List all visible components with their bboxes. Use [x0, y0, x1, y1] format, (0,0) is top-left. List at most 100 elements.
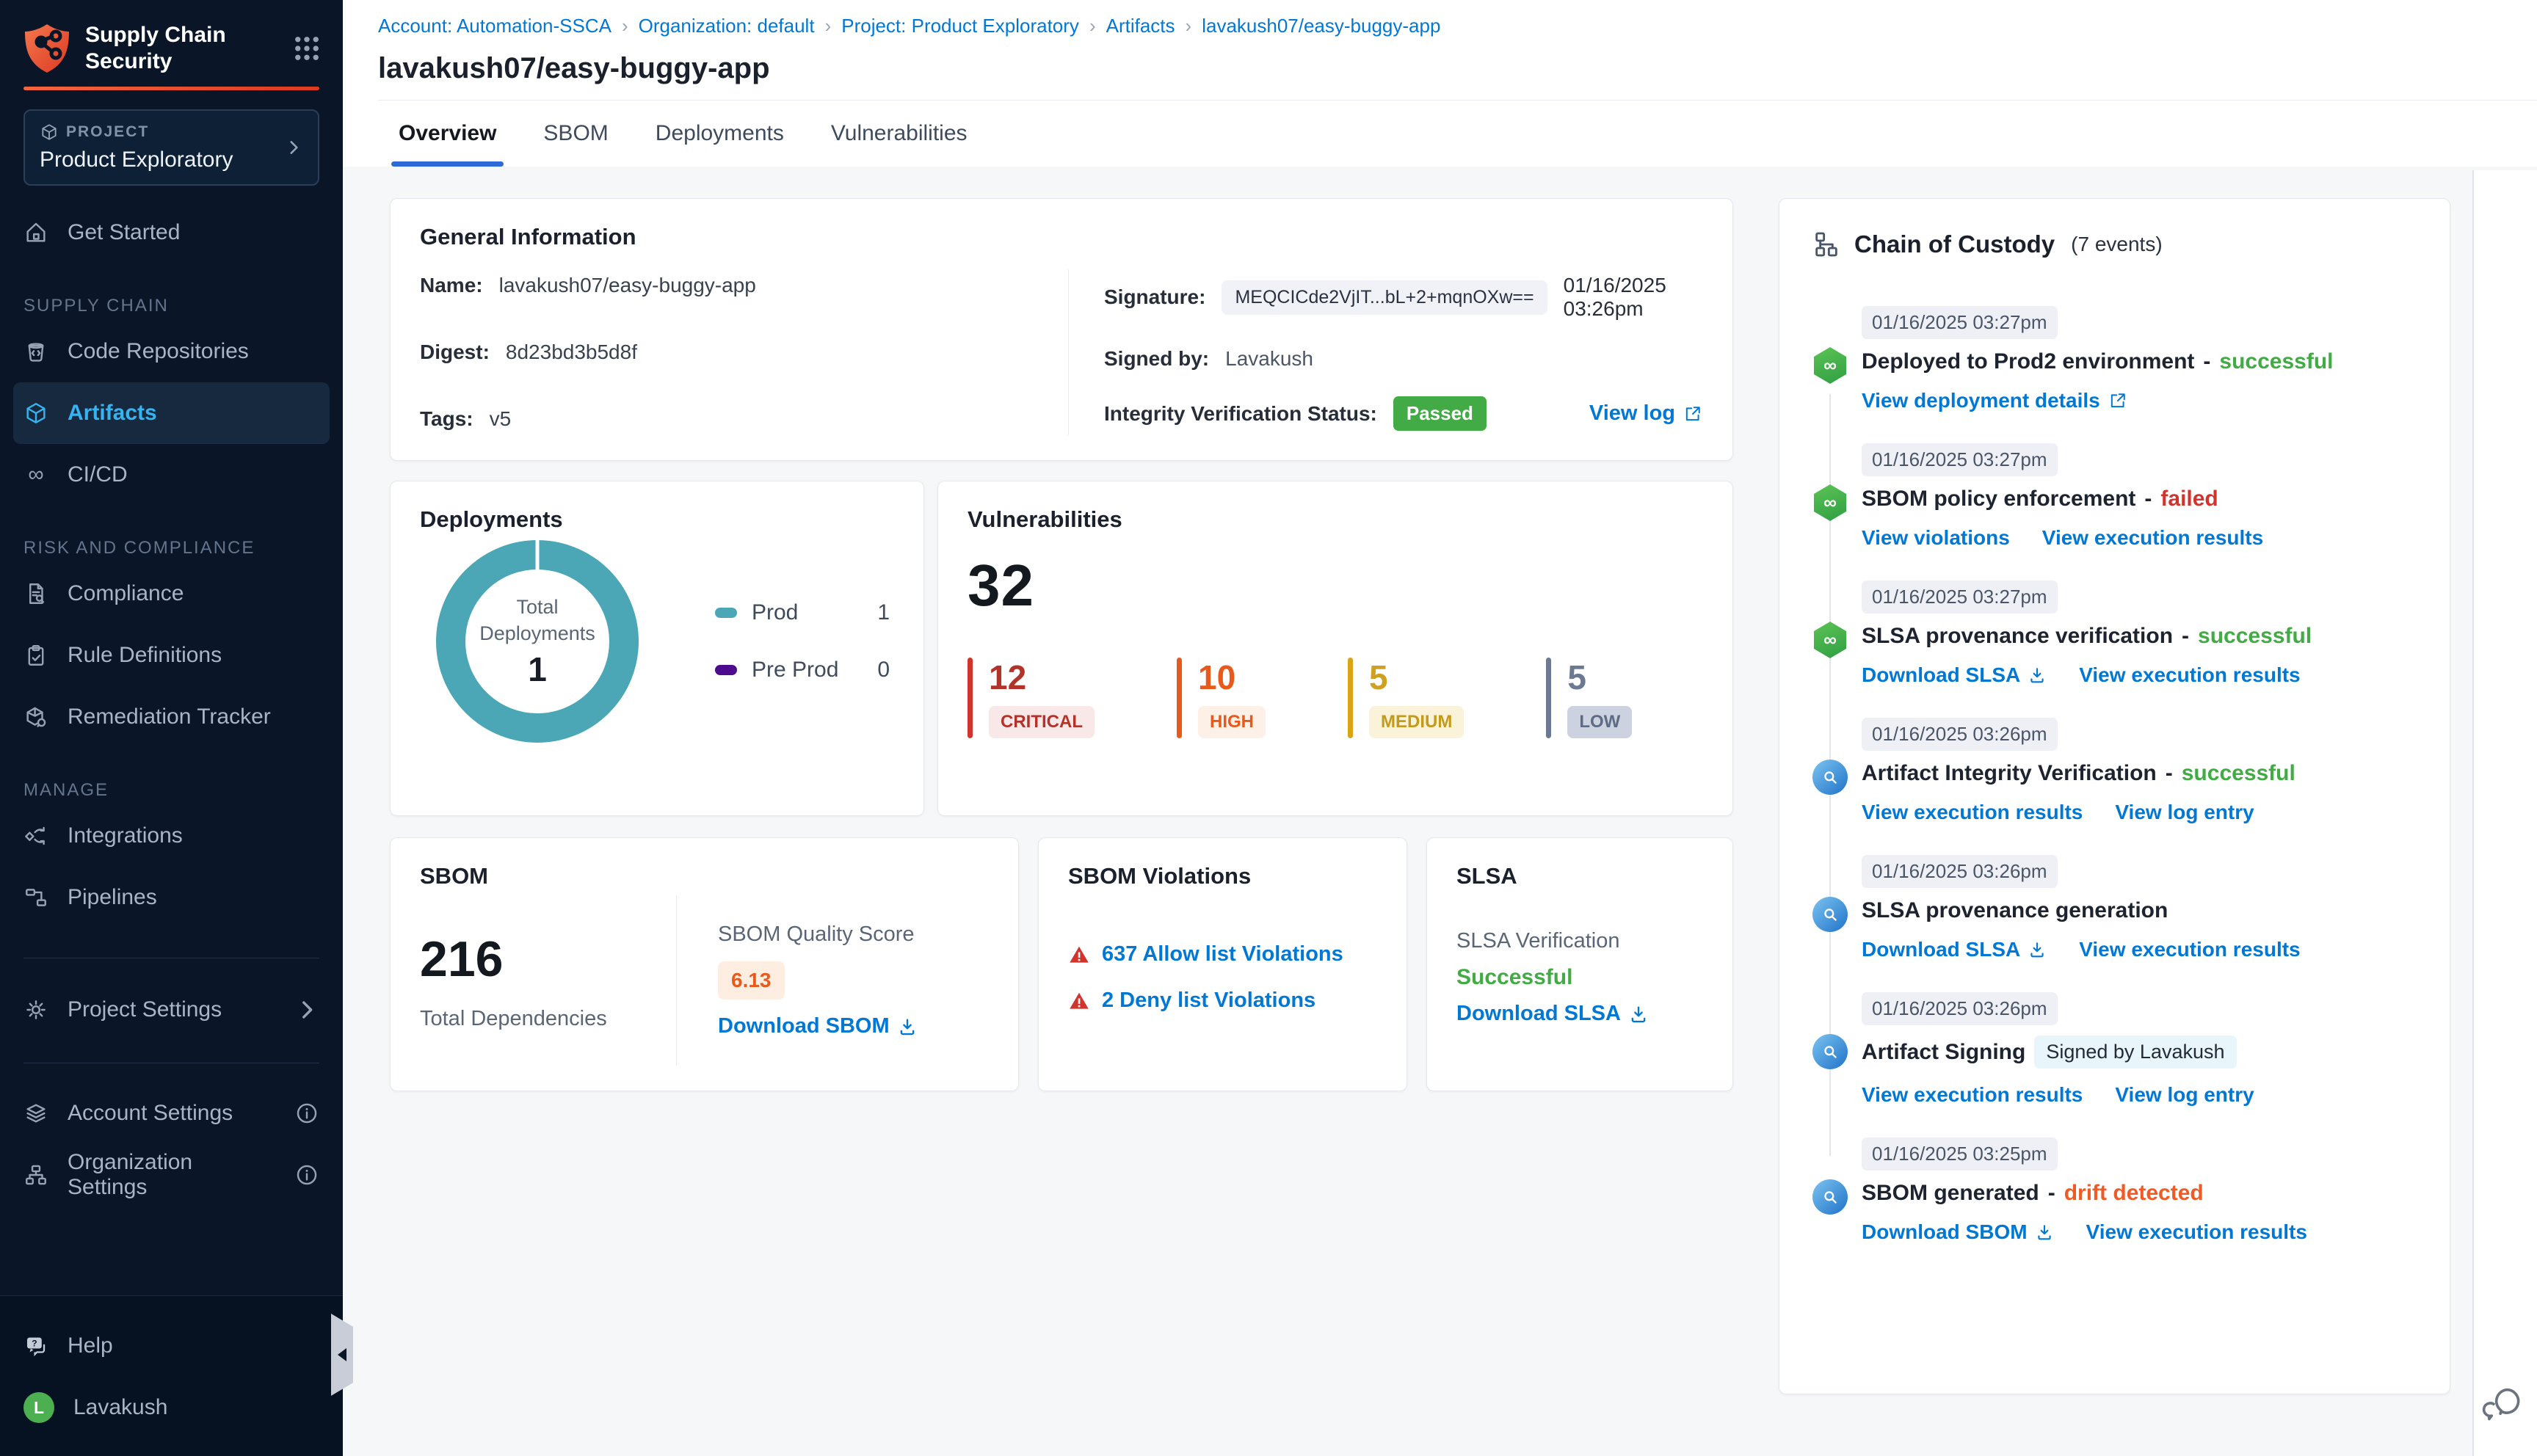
signature-label: Signature:: [1104, 285, 1206, 308]
donut-center-label: Total Deployments: [479, 596, 595, 644]
gear-icon: [26, 1000, 46, 1019]
sidebar-item-organization-settings[interactable]: Organization Settings: [0, 1144, 343, 1206]
view-execution-results-link[interactable]: View execution results: [2042, 526, 2263, 550]
project-selector[interactable]: PROJECT Product Exploratory: [23, 109, 319, 186]
general-information-card: General Information Name: lavakush07/easy…: [390, 198, 1733, 461]
download-sbom-link[interactable]: Download SBOM: [1862, 1220, 2054, 1244]
view-log-link[interactable]: View log: [1589, 401, 1703, 426]
artifact-name-value: lavakush07/easy-buggy-app: [498, 274, 756, 296]
critical-badge: CRITICAL: [989, 706, 1095, 738]
event-timestamp: 01/16/2025 03:27pm: [1862, 443, 2058, 476]
pipeline-link-icon: ∞: [1814, 347, 1846, 384]
download-icon: [2037, 1225, 2051, 1240]
preprod-swatch: [715, 665, 737, 675]
sidebar-item-code-repositories[interactable]: Code Repositories: [0, 321, 343, 382]
medium-count: 5: [1368, 658, 1388, 696]
overview-left-column: General Information Name: lavakush07/easy…: [390, 198, 1733, 1456]
main-area: Account: Automation-SSCA › Organization:…: [343, 0, 2537, 1456]
prod-swatch: [715, 608, 737, 618]
view-log-entry-link[interactable]: View log entry: [2115, 1083, 2254, 1107]
view-violations-link[interactable]: View violations: [1862, 526, 2010, 550]
breadcrumb-artifacts[interactable]: Artifacts: [1106, 15, 1175, 37]
high-count: 10: [1197, 658, 1236, 696]
chain-of-custody-card: Chain of Custody (7 events) ∞ 01/16/2025…: [1779, 198, 2450, 1394]
event-title: SLSA provenance generation: [1862, 898, 2168, 922]
breadcrumb-separator: ›: [1089, 15, 1096, 37]
view-deployment-details-link[interactable]: View deployment details: [1862, 389, 2128, 412]
project-selector-labels: PROJECT Product Exploratory: [40, 123, 284, 172]
view-execution-results-link[interactable]: View execution results: [1862, 801, 2083, 824]
deployments-legend: Prod 1 Pre Prod 0: [715, 600, 894, 682]
sidebar-nav: Get Started SUPPLY CHAIN Code Repositori…: [0, 202, 343, 928]
breadcrumb-account[interactable]: Account: Automation-SSCA: [378, 15, 611, 37]
info-icon[interactable]: [294, 1162, 319, 1187]
sidebar-item-help[interactable]: ? Help: [0, 1315, 343, 1377]
breadcrumb-project[interactable]: Project: Product Exploratory: [841, 15, 1079, 37]
sidebar-item-project-settings[interactable]: Project Settings: [0, 979, 343, 1041]
integrity-status-badge: Passed: [1393, 396, 1487, 431]
module-grid-icon[interactable]: [291, 33, 322, 64]
deployments-card: Deployments Total Deployments 1 Prod 1 P…: [390, 481, 924, 816]
download-slsa-link[interactable]: Download SLSA: [1862, 663, 2047, 687]
view-log-entry-link[interactable]: View log entry: [2115, 801, 2254, 824]
breadcrumb-organization[interactable]: Organization: default: [639, 15, 815, 37]
low-count: 5: [1567, 658, 1586, 696]
chain-events-count: (7 events): [2071, 233, 2163, 255]
view-execution-results-link[interactable]: View execution results: [1862, 1083, 2083, 1107]
sidebar-item-compliance[interactable]: Compliance: [0, 563, 343, 625]
view-execution-results-link[interactable]: View execution results: [2079, 663, 2300, 687]
sidebar-item-rule-definitions[interactable]: Rule Definitions: [0, 625, 343, 686]
tab-overview[interactable]: Overview: [391, 101, 504, 167]
sidebar-item-account-settings[interactable]: Account Settings: [0, 1082, 343, 1144]
project-label: PROJECT: [66, 123, 150, 140]
user-avatar: L: [23, 1392, 54, 1423]
tab-deployments[interactable]: Deployments: [651, 101, 788, 167]
sidebar-collapse-button[interactable]: [331, 1314, 353, 1396]
info-icon[interactable]: [294, 1101, 319, 1126]
sidebar-item-get-started[interactable]: Get Started: [0, 202, 343, 263]
view-execution-results-link[interactable]: View execution results: [2079, 938, 2300, 961]
sidebar: Supply Chain Security PROJECT Product Ex…: [0, 0, 353, 1456]
warning-triangle-icon: [1070, 992, 1089, 1009]
allow-list-violations-link[interactable]: 637 Allow list Violations: [1068, 942, 1377, 967]
tab-vulnerabilities[interactable]: Vulnerabilities: [827, 101, 972, 167]
scan-magnifier-icon: [1812, 1179, 1848, 1215]
scan-magnifier-icon: [1812, 760, 1848, 795]
chain-timeline: ∞ 01/16/2025 03:27pm Deployed to Prod2 e…: [1812, 306, 2417, 1244]
chain-of-custody-title: Chain of Custody: [1854, 230, 2055, 258]
view-execution-results-link[interactable]: View execution results: [2086, 1220, 2307, 1244]
help-chat-icon: ?: [26, 1337, 46, 1357]
sidebar-item-remediation-tracker[interactable]: Remediation Tracker: [0, 686, 343, 748]
scan-magnifier-icon: [1812, 897, 1848, 932]
sidebar-item-artifacts[interactable]: Artifacts: [13, 382, 330, 444]
chain-event: ∞ 01/16/2025 03:27pm Deployed to Prod2 e…: [1812, 306, 2417, 412]
severity-bar: [968, 658, 973, 738]
event-title: SBOM generated: [1862, 1181, 2039, 1205]
sbom-quality-score-label: SBOM Quality Score: [718, 922, 915, 946]
event-title: SBOM policy enforcement: [1862, 487, 2136, 511]
slsa-verification-status: Successful: [1456, 965, 1573, 989]
project-name: Product Exploratory: [40, 148, 233, 172]
support-chat-icon[interactable]: [2481, 1383, 2524, 1425]
download-slsa-link[interactable]: Download SLSA: [1862, 938, 2047, 961]
critical-count: 12: [989, 658, 1027, 696]
sidebar-item-integrations[interactable]: Integrations: [0, 805, 343, 867]
deny-list-violations-link[interactable]: 2 Deny list Violations: [1068, 989, 1377, 1013]
legend-item-preprod: Pre Prod 0: [715, 658, 894, 682]
severity-high: 10 HIGH: [1176, 658, 1266, 738]
download-slsa-link[interactable]: Download SLSA: [1456, 1002, 1703, 1026]
pipeline-link-icon: ∞: [1814, 622, 1846, 658]
pipelines-icon: [26, 889, 46, 906]
download-sbom-link[interactable]: Download SBOM: [718, 1014, 989, 1038]
event-timestamp: 01/16/2025 03:27pm: [1862, 580, 2058, 614]
artifacts-cube-icon: [26, 403, 46, 423]
sidebar-item-cicd[interactable]: ∞ CI/CD: [0, 444, 343, 506]
page-content: General Information Name: lavakush07/easy…: [343, 167, 2537, 1456]
chain-of-custody-icon: [1815, 232, 1837, 257]
sidebar-user[interactable]: L Lavakush: [0, 1377, 343, 1438]
compliance-doc-icon: [29, 583, 45, 604]
sidebar-item-pipelines[interactable]: Pipelines: [0, 867, 343, 928]
tab-sbom[interactable]: SBOM: [539, 101, 612, 167]
breadcrumb-current[interactable]: lavakush07/easy-buggy-app: [1202, 15, 1440, 37]
medium-badge: MEDIUM: [1368, 706, 1465, 738]
